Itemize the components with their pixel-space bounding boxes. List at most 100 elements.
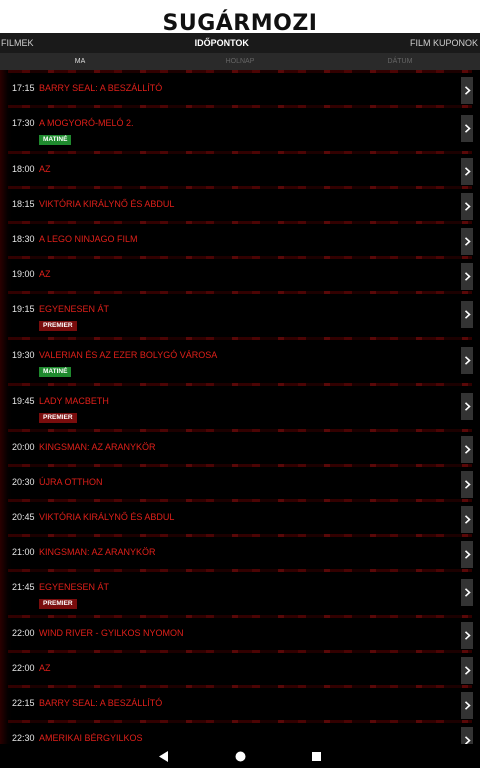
showtime-row[interactable]: 22:00 WIND RIVER - GYILKOS NYOMON <box>0 615 480 650</box>
showtime-time: 17:15 <box>12 83 35 93</box>
showtime-row[interactable]: 19:30 VALERIAN ÉS AZ EZER BOLYGÓ VÁROSA MA… <box>0 337 480 383</box>
day-tabs: MA HOLNAP DÁTUM <box>0 53 480 70</box>
showtime-row[interactable]: 20:30 ÚJRA OTTHON <box>0 464 480 499</box>
chevron-right-icon[interactable] <box>461 657 473 684</box>
showtime-time: 21:45 <box>12 582 35 592</box>
app-logo: SUGÁRMOZI <box>162 11 318 36</box>
movie-title[interactable]: EGYENESEN ÁT <box>39 304 109 314</box>
row-divider <box>8 105 472 108</box>
row-divider <box>8 464 472 467</box>
showtime-time: 19:30 <box>12 350 35 360</box>
premier-badge: PREMIER <box>39 599 77 609</box>
movie-title[interactable]: KINGSMAN: AZ ARANYKÖR <box>39 442 156 452</box>
showtime-row[interactable]: 17:15 BARRY SEAL: A BESZÁLLÍTÓ <box>0 70 480 105</box>
chevron-right-icon[interactable] <box>461 436 473 463</box>
recents-square-icon[interactable] <box>309 749 323 763</box>
movie-title[interactable]: A MOGYORÓ-MELÓ 2. <box>39 118 134 128</box>
nav-tab-coupons[interactable]: FILM KUPONOK <box>410 38 478 48</box>
chevron-right-icon[interactable] <box>461 727 473 744</box>
movie-title[interactable]: A LEGO NINJAGO FILM <box>39 234 138 244</box>
showtime-row[interactable]: 21:00 KINGSMAN: AZ ARANYKÖR <box>0 534 480 569</box>
movie-title[interactable]: VALERIAN ÉS AZ EZER BOLYGÓ VÁROSA <box>39 350 217 360</box>
showtime-row[interactable]: 19:45 LADY MACBETH PREMIER <box>0 383 480 429</box>
movie-title[interactable]: AZ <box>39 269 51 279</box>
premier-badge: PREMIER <box>39 321 77 331</box>
chevron-right-icon[interactable] <box>461 301 473 328</box>
row-divider <box>8 291 472 294</box>
nav-tab-showtimes[interactable]: IDŐPONTOK <box>195 38 249 48</box>
movie-title[interactable]: LADY MACBETH <box>39 396 109 406</box>
row-divider <box>8 256 472 259</box>
movie-title[interactable]: EGYENESEN ÁT <box>39 582 109 592</box>
chevron-right-icon[interactable] <box>461 228 473 255</box>
movie-title[interactable]: VIKTÓRIA KIRÁLYNŐ ÉS ABDUL <box>39 512 174 522</box>
showtime-row[interactable]: 20:45 VIKTÓRIA KIRÁLYNŐ ÉS ABDUL <box>0 499 480 534</box>
day-tab-today[interactable]: MA <box>0 53 160 70</box>
chevron-right-icon[interactable] <box>461 393 473 420</box>
showtime-row[interactable]: 19:00 AZ <box>0 256 480 291</box>
chevron-right-icon[interactable] <box>461 158 473 185</box>
main-nav: FILMEK IDŐPONTOK FILM KUPONOK <box>0 33 480 53</box>
showtime-list[interactable]: 17:15 BARRY SEAL: A BESZÁLLÍTÓ 17:30 A MOGY… <box>0 70 480 744</box>
chevron-right-icon[interactable] <box>461 115 473 142</box>
showtime-row[interactable]: 22:30 AMERIKAI BÉRGYILKOS <box>0 720 480 744</box>
showtime-time: 20:00 <box>12 442 35 452</box>
row-divider <box>8 151 472 154</box>
movie-title[interactable]: WIND RIVER - GYILKOS NYOMON <box>39 628 184 638</box>
showtime-row[interactable]: 19:15 EGYENESEN ÁT PREMIER <box>0 291 480 337</box>
showtime-row[interactable]: 17:30 A MOGYORÓ-MELÓ 2. MATINÉ <box>0 105 480 151</box>
chevron-right-icon[interactable] <box>461 471 473 498</box>
row-divider <box>8 429 472 432</box>
chevron-right-icon[interactable] <box>461 579 473 606</box>
showtime-row[interactable]: 22:00 AZ <box>0 650 480 685</box>
chevron-right-icon[interactable] <box>461 506 473 533</box>
day-tab-tomorrow[interactable]: HOLNAP <box>160 53 320 70</box>
showtime-row[interactable]: 18:15 VIKTÓRIA KIRÁLYNŐ ÉS ABDUL <box>0 186 480 221</box>
back-triangle-icon[interactable] <box>157 749 171 763</box>
row-divider <box>8 186 472 189</box>
chevron-right-icon[interactable] <box>461 347 473 374</box>
showtime-time: 22:00 <box>12 628 35 638</box>
showtime-row[interactable]: 20:00 KINGSMAN: AZ ARANYKÖR <box>0 429 480 464</box>
app-header: SUGÁRMOZI <box>0 0 480 36</box>
movie-title[interactable]: BARRY SEAL: A BESZÁLLÍTÓ <box>39 698 162 708</box>
movie-title[interactable]: AZ <box>39 164 51 174</box>
showtime-row[interactable]: 21:45 EGYENESEN ÁT PREMIER <box>0 569 480 615</box>
chevron-right-icon[interactable] <box>461 263 473 290</box>
showtime-time: 21:00 <box>12 547 35 557</box>
showtime-time: 22:00 <box>12 663 35 673</box>
row-divider <box>8 383 472 386</box>
premier-badge: PREMIER <box>39 413 77 423</box>
showtime-time: 20:45 <box>12 512 35 522</box>
movie-title[interactable]: BARRY SEAL: A BESZÁLLÍTÓ <box>39 83 162 93</box>
chevron-right-icon[interactable] <box>461 541 473 568</box>
chevron-right-icon[interactable] <box>461 77 473 104</box>
chevron-right-icon[interactable] <box>461 193 473 220</box>
chevron-right-icon[interactable] <box>461 622 473 649</box>
showtime-time: 18:15 <box>12 199 35 209</box>
chevron-right-icon[interactable] <box>461 692 473 719</box>
movie-title[interactable]: VIKTÓRIA KIRÁLYNŐ ÉS ABDUL <box>39 199 174 209</box>
matine-badge: MATINÉ <box>39 135 72 145</box>
row-divider <box>8 720 472 723</box>
showtime-row[interactable]: 18:00 AZ <box>0 151 480 186</box>
showtime-time: 22:15 <box>12 698 35 708</box>
home-circle-icon[interactable] <box>233 749 247 763</box>
row-divider <box>8 499 472 502</box>
showtime-time: 18:00 <box>12 164 35 174</box>
row-divider <box>8 650 472 653</box>
movie-title[interactable]: AMERIKAI BÉRGYILKOS <box>39 733 143 743</box>
showtime-time: 20:30 <box>12 477 35 487</box>
nav-tab-films[interactable]: FILMEK <box>1 38 34 48</box>
movie-title[interactable]: ÚJRA OTTHON <box>39 477 103 487</box>
day-tab-date[interactable]: DÁTUM <box>320 53 480 70</box>
row-divider <box>8 615 472 618</box>
movie-title[interactable]: AZ <box>39 663 51 673</box>
showtime-row[interactable]: 18:30 A LEGO NINJAGO FILM <box>0 221 480 256</box>
showtime-row[interactable]: 22:15 BARRY SEAL: A BESZÁLLÍTÓ <box>0 685 480 720</box>
showtime-time: 19:00 <box>12 269 35 279</box>
movie-title[interactable]: KINGSMAN: AZ ARANYKÖR <box>39 547 156 557</box>
showtime-time: 18:30 <box>12 234 35 244</box>
row-divider <box>8 70 472 73</box>
row-divider <box>8 337 472 340</box>
